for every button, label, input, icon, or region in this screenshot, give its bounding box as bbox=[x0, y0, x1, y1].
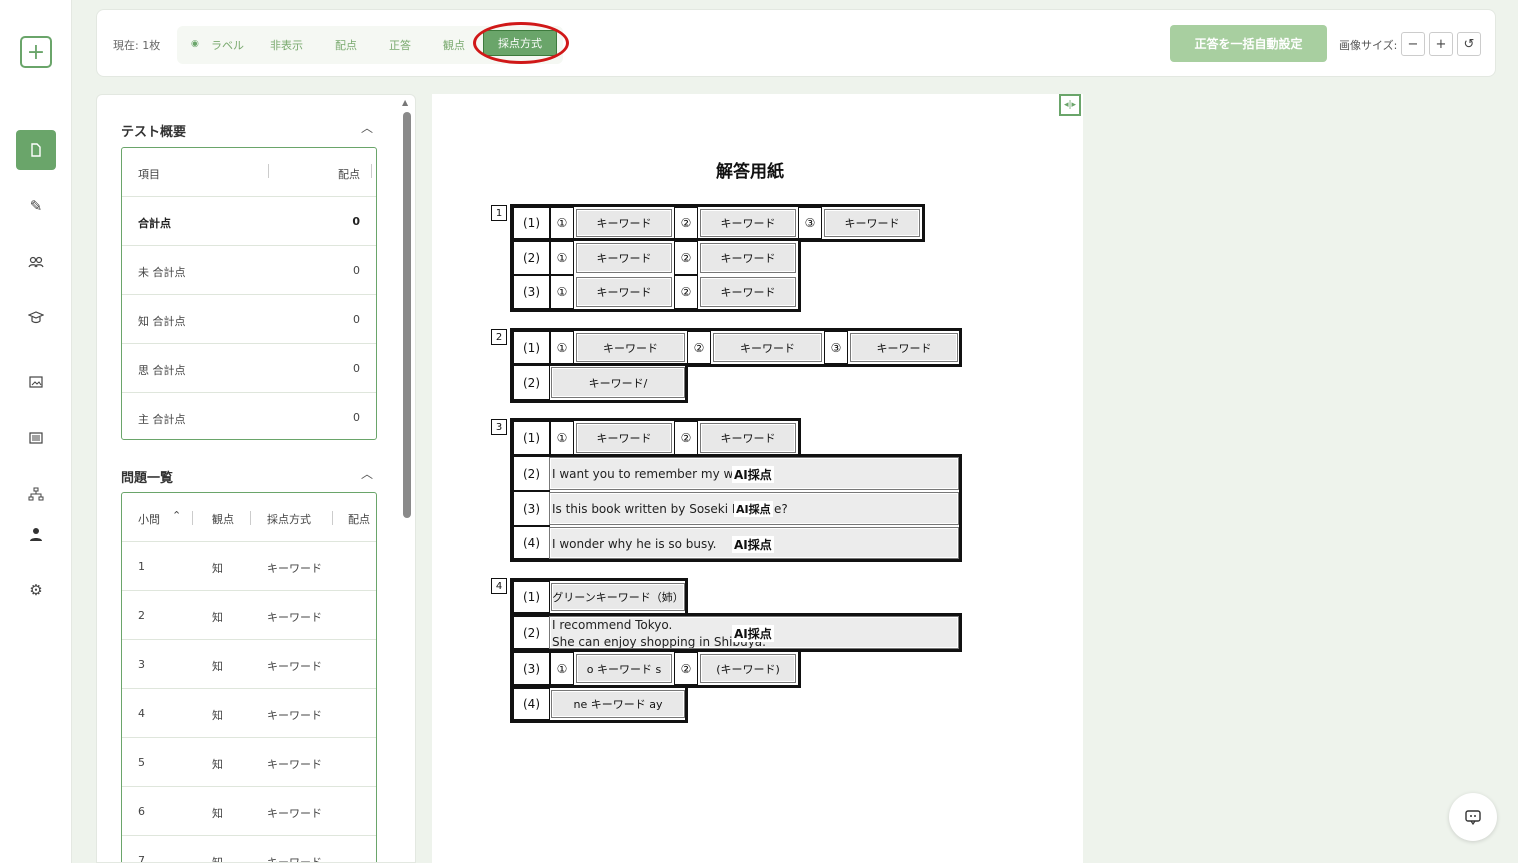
keyword-field[interactable]: キーワード bbox=[700, 277, 796, 307]
hidden-button[interactable]: 非表示 bbox=[270, 37, 303, 53]
gear-icon[interactable]: ⚙ bbox=[16, 570, 56, 610]
zoom-in-button[interactable]: + bbox=[1429, 32, 1453, 56]
keyword-field[interactable]: グリーンキーワード（姉） bbox=[551, 583, 685, 611]
keyword-field[interactable]: キーワード bbox=[700, 423, 796, 453]
table-row: 思 合計点 0 bbox=[122, 344, 376, 393]
summary-title: テスト概要 bbox=[121, 125, 187, 140]
chevron-up-icon[interactable]: ︿ bbox=[361, 119, 373, 136]
group-icon[interactable] bbox=[16, 242, 56, 282]
list-item[interactable]: 5 知キーワード bbox=[122, 738, 376, 787]
auto-set-answers-button[interactable]: 正答を一括自動設定 bbox=[1170, 25, 1327, 62]
label-button[interactable]: ラベル bbox=[211, 37, 244, 53]
keyword-field[interactable]: キーワード bbox=[576, 209, 672, 237]
question-header: 小問 ⌃ 観点 採点方式 配点 bbox=[122, 493, 376, 542]
hierarchy-icon[interactable] bbox=[16, 474, 56, 514]
keyword-field[interactable]: (キーワード) bbox=[700, 654, 796, 683]
sort-icon[interactable]: ⌃ bbox=[172, 509, 181, 522]
keyword-field[interactable]: キーワード bbox=[850, 333, 958, 362]
left-panel: テスト概要 ︿ 項目 配点 合計点 0 未 合計点 0 知 合計点 0 思 合計点 0 … bbox=[96, 94, 416, 863]
list-item[interactable]: 4 知キーワード bbox=[122, 689, 376, 738]
ai-scoring-tag: AI採点 bbox=[732, 536, 774, 553]
keyword-field[interactable]: キーワード bbox=[824, 209, 920, 237]
scroll-up-icon[interactable]: ▲ bbox=[402, 98, 408, 107]
ai-scoring-tag: AI採点 bbox=[732, 466, 774, 483]
zoom-out-button[interactable]: − bbox=[1401, 32, 1425, 56]
top-toolbar: 現在: 1枚 ◉ ラベル 非表示 配点 正答 観点 採点方式 正答を一括自動設定… bbox=[96, 9, 1496, 77]
user-icon[interactable] bbox=[16, 514, 56, 554]
resize-handle-icon[interactable]: ◂|▸ bbox=[1059, 94, 1081, 116]
question-list-title: 問題一覧 bbox=[121, 471, 174, 486]
list-item[interactable]: 2 知キーワード bbox=[122, 591, 376, 640]
question-number: 2 bbox=[491, 329, 507, 345]
table-row: 未 合計点 0 bbox=[122, 246, 376, 295]
ai-scoring-tag: AI採点 bbox=[734, 501, 773, 517]
keyword-field[interactable]: キーワード bbox=[713, 333, 822, 362]
question-number: 3 bbox=[491, 419, 507, 435]
keyword-field[interactable]: キーワード bbox=[576, 423, 672, 453]
document-icon[interactable] bbox=[16, 130, 56, 170]
keyword-field[interactable]: ne キーワード ay bbox=[551, 690, 685, 718]
col-item: 項目 bbox=[138, 168, 160, 181]
question-number: 4 bbox=[491, 578, 507, 594]
keyword-field[interactable]: o キーワード s bbox=[576, 654, 672, 683]
current-count: 現在: 1枚 bbox=[113, 39, 161, 52]
question-number: 1 bbox=[491, 205, 507, 221]
reset-zoom-button[interactable]: ↺ bbox=[1457, 32, 1481, 56]
keyword-field[interactable]: キーワード/ bbox=[551, 367, 685, 398]
add-icon[interactable]: + bbox=[20, 36, 52, 68]
summary-table: 項目 配点 合計点 0 未 合計点 0 知 合計点 0 思 合計点 0 主 合計点 0 bbox=[121, 147, 377, 440]
list-item[interactable]: 7 知キーワード bbox=[122, 836, 376, 862]
ai-scoring-tag: AI採点 bbox=[732, 625, 774, 642]
highlight-circle bbox=[473, 22, 569, 64]
list-item[interactable]: 6 知キーワード bbox=[122, 787, 376, 836]
answer-button[interactable]: 正答 bbox=[389, 37, 411, 53]
points-button[interactable]: 配点 bbox=[335, 37, 357, 53]
image-size-label: 画像サイズ: bbox=[1339, 39, 1398, 52]
list-item[interactable]: 1 知キーワード bbox=[122, 542, 376, 591]
col-points: 配点 bbox=[338, 168, 360, 181]
table-row: 主 合計点 0 bbox=[138, 411, 360, 426]
side-rail: + ✎ ⚙ bbox=[0, 0, 72, 863]
eye-icon: ◉ bbox=[191, 39, 199, 49]
keyword-field[interactable]: キーワード bbox=[700, 209, 796, 237]
table-row: 合計点 0 bbox=[122, 197, 376, 246]
col-no[interactable]: 小問 bbox=[138, 511, 160, 527]
viewpoint-button[interactable]: 観点 bbox=[443, 37, 465, 53]
image-icon[interactable] bbox=[16, 362, 56, 402]
scrollbar[interactable] bbox=[403, 112, 411, 518]
keyword-field[interactable]: キーワード bbox=[576, 243, 672, 273]
question-list-table: 小問 ⌃ 観点 採点方式 配点 1 知キーワード 2 知キーワード 3 知キーワード … bbox=[121, 492, 377, 862]
keyword-field[interactable]: キーワード bbox=[576, 333, 685, 362]
graduate-icon[interactable] bbox=[16, 298, 56, 338]
list-icon[interactable] bbox=[16, 418, 56, 458]
keyword-field[interactable]: キーワード bbox=[700, 243, 796, 273]
list-item[interactable]: 3 知キーワード bbox=[122, 640, 376, 689]
summary-header: 項目 配点 bbox=[122, 148, 376, 197]
chevron-up-icon[interactable]: ︿ bbox=[361, 465, 373, 482]
table-row: 知 合計点 0 bbox=[122, 295, 376, 344]
keyword-field[interactable]: キーワード bbox=[576, 277, 672, 307]
sheet-title: 解答用紙 bbox=[716, 162, 784, 182]
chat-icon[interactable] bbox=[1449, 793, 1497, 841]
pen-icon[interactable]: ✎ bbox=[16, 186, 56, 226]
